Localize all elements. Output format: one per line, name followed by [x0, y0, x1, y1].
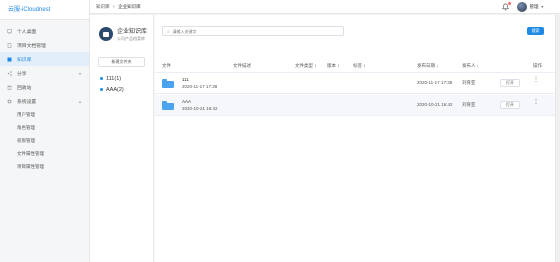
sidebar-subitem-permissions[interactable]: 权限管理 — [0, 134, 89, 147]
tree-item-label: 111(1) — [106, 75, 122, 82]
sidebar-item-label: 系统设置 — [17, 99, 37, 105]
search-icon: ⌕ — [167, 28, 170, 34]
document-icon — [7, 42, 12, 48]
table-header: 文件 文件描述 文件类型 ↕ 版本 ↕ 标签 ↕ 发布日期 ↓ 发布人 ↓ 操作 — [155, 59, 560, 73]
tree-item-111[interactable]: 111(1) — [90, 73, 153, 84]
table-row[interactable]: 111 2020-11-17 17:38 2020-11-17 17:38 刘育… — [155, 73, 560, 94]
knowledge-title: 企业知识库 — [117, 29, 148, 35]
knowledge-header: 企业知识库 公司产品档案库 — [90, 15, 153, 42]
sidebar-subitem-project-attributes[interactable]: 项目属性管理 — [0, 160, 89, 173]
column-version[interactable]: 版本 ↕ — [327, 63, 340, 69]
book-icon — [7, 57, 12, 62]
notification-dot — [507, 2, 511, 5]
knowledge-panel: 企业知识库 公司产品档案库 新建文件夹 111(1) AAA(2) — [90, 15, 154, 262]
main-area: 企业知识库 公司产品档案库 新建文件夹 111(1) AAA(2) ⌕ 搜索 文… — [90, 15, 560, 262]
trash-icon — [7, 85, 12, 90]
column-action: 操作 — [533, 63, 542, 68]
sidebar-item-label: 分享 — [17, 71, 27, 77]
user-area: 管理 ▼ — [501, 2, 544, 12]
folder-name[interactable]: 111 — [182, 77, 189, 82]
sidebar-item-share[interactable]: 分享 ▾ — [0, 66, 89, 80]
publish-date: 2020-11-17 17:38 — [417, 80, 453, 85]
vertical-scrollbar[interactable] — [555, 15, 560, 262]
folder-icon — [162, 101, 174, 110]
sidebar-item-recycle[interactable]: 回收站 — [0, 80, 89, 94]
new-folder-button[interactable]: 新建文件夹 — [98, 57, 145, 67]
app-brand: 云服-iCloudnest — [0, 0, 89, 20]
sidebar-item-label: 项目文档管理 — [17, 43, 46, 49]
column-description: 文件描述 — [233, 63, 251, 68]
publisher: 刘育亚 — [462, 80, 476, 85]
column-publish-date[interactable]: 发布日期 ↓ — [417, 63, 439, 69]
sidebar-subitem-file-attributes[interactable]: 文件属性管理 — [0, 147, 89, 160]
open-button[interactable]: 打开 — [500, 79, 520, 87]
tree-item-aaa[interactable]: AAA(2) — [90, 84, 153, 95]
column-type[interactable]: 文件类型 ↕ — [295, 63, 317, 69]
sidebar-item-label: 知识库 — [17, 57, 32, 63]
bell-icon[interactable] — [501, 2, 511, 11]
search-input[interactable] — [172, 28, 323, 34]
sidebar-item-project-docs[interactable]: 项目文档管理 — [0, 38, 89, 52]
file-list-panel: ⌕ 搜索 文件 文件描述 文件类型 ↕ 版本 ↕ 标签 ↕ 发布日期 ↓ 发布人… — [155, 15, 560, 262]
sidebar: 云服-iCloudnest 个人桌面 项目文档管理 知识库 分享 ▾ 回收站 系… — [0, 0, 90, 262]
table-row[interactable]: AAA 2020-10-21 16:42 2020-10-21 16:42 刘育… — [155, 95, 560, 116]
publisher: 刘育亚 — [462, 102, 476, 107]
avatar[interactable] — [516, 2, 527, 12]
open-button[interactable]: 打开 — [500, 101, 520, 109]
bullet-icon — [100, 77, 103, 80]
breadcrumb-root[interactable]: 知识库 — [96, 4, 110, 10]
publish-date: 2020-10-21 16:42 — [417, 102, 453, 107]
sidebar-subitem-roles[interactable]: 角色管理 — [0, 121, 89, 134]
more-icon[interactable]: ⋮ — [533, 77, 539, 83]
search-button[interactable]: 搜索 — [527, 27, 544, 35]
share-icon — [7, 70, 12, 76]
breadcrumb-current: 企业知识库 — [118, 3, 141, 9]
chevron-down-icon: ▾ — [78, 70, 81, 76]
tree-item-label: AAA(2) — [106, 86, 124, 93]
column-tag[interactable]: 标签 ↕ — [353, 63, 366, 69]
sidebar-subitem-users[interactable]: 用户管理 — [0, 108, 89, 121]
sidebar-item-knowledge[interactable]: 知识库 — [0, 52, 89, 66]
more-icon[interactable]: ⋮ — [533, 99, 539, 105]
column-file: 文件 — [162, 63, 171, 68]
folder-name[interactable]: AAA — [182, 99, 191, 104]
folder-created: 2020-10-21 16:42 — [182, 106, 218, 111]
chevron-up-icon: ▴ — [78, 98, 81, 104]
knowledge-logo-icon — [99, 27, 113, 41]
sidebar-item-label: 回收站 — [17, 85, 32, 91]
sidebar-item-label: 个人桌面 — [17, 29, 37, 35]
desktop-icon — [7, 28, 12, 34]
sidebar-item-settings[interactable]: 系统设置 ▴ — [0, 94, 89, 108]
column-publisher[interactable]: 发布人 ↓ — [462, 63, 479, 69]
folder-created: 2020-11-17 17:38 — [182, 84, 218, 89]
folder-icon — [162, 79, 174, 88]
bullet-icon — [100, 88, 103, 91]
knowledge-subtitle: 公司产品档案库 — [117, 36, 145, 41]
breadcrumb-separator: > — [112, 4, 116, 9]
topbar: 知识库 > 企业知识库 管理 ▼ — [90, 0, 560, 14]
gear-icon — [7, 99, 12, 104]
chevron-down-icon[interactable]: ▼ — [541, 5, 544, 9]
sidebar-item-desktop[interactable]: 个人桌面 — [0, 24, 89, 38]
search-box[interactable]: ⌕ — [162, 26, 344, 36]
username[interactable]: 管理 — [530, 4, 539, 10]
